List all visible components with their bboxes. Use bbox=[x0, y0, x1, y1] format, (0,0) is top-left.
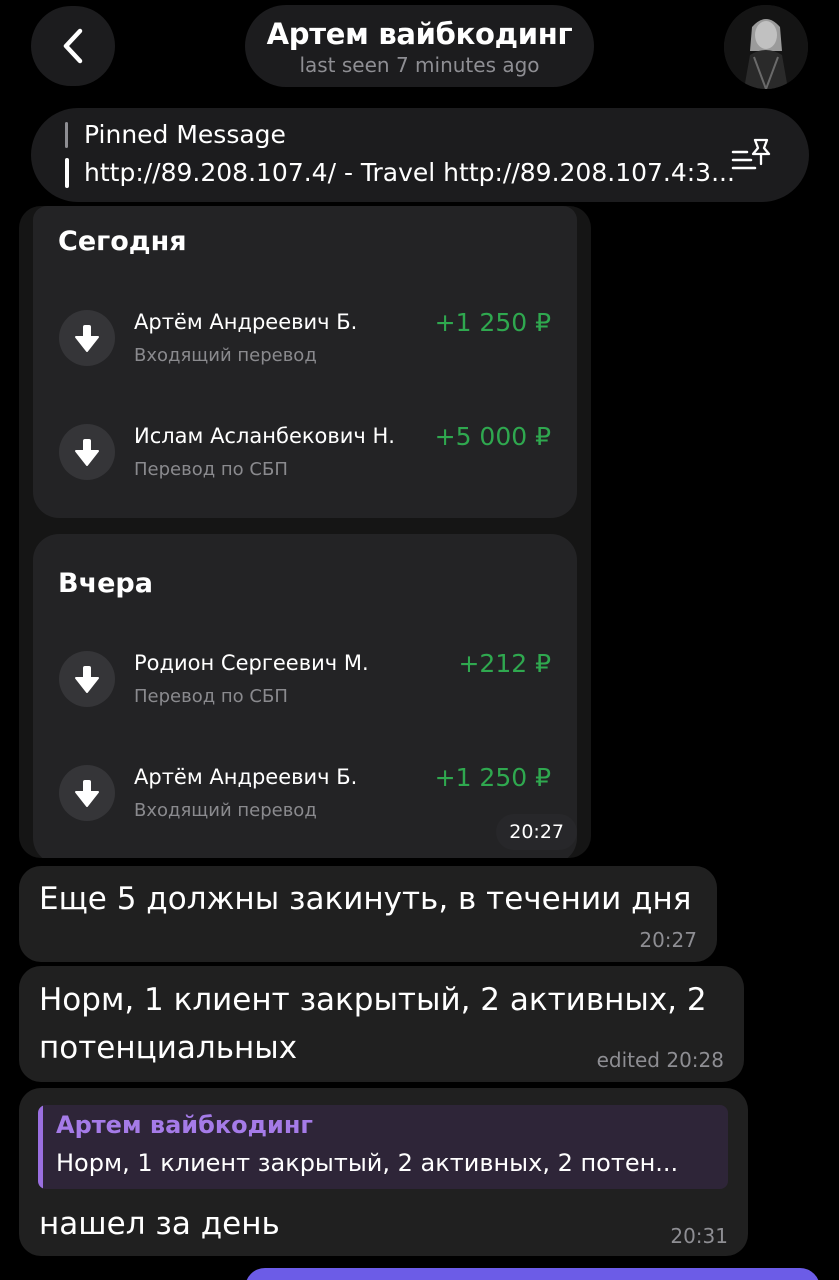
contact-name: Артем вайбкодинг bbox=[266, 17, 573, 51]
incoming-transfer-icon-circle bbox=[59, 424, 115, 480]
pinned-message-bar[interactable]: Pinned Message http://89.208.107.4/ - Tr… bbox=[31, 108, 809, 202]
reply-quote[interactable]: Артем вайбкодинг Норм, 1 клиент закрытый… bbox=[38, 1105, 728, 1189]
arrow-down-icon bbox=[75, 666, 99, 693]
pin-list-icon[interactable] bbox=[731, 136, 775, 176]
message-text: нашел за день bbox=[39, 1206, 280, 1242]
arrow-down-icon bbox=[75, 439, 99, 466]
transfer-amount: +1 250 ₽ bbox=[434, 308, 551, 337]
message-bubble[interactable]: Норм, 1 клиент закрытый, 2 активных, 2 п… bbox=[19, 966, 744, 1082]
message-text-line1: Норм, 1 клиент закрытый, 2 активных, 2 bbox=[39, 982, 707, 1018]
transaction-row: Артём Андреевич Б. Входящий перевод +1 2… bbox=[33, 308, 577, 400]
transfer-type: Перевод по СБП bbox=[134, 459, 288, 480]
message-bubble-with-reply[interactable]: Артем вайбкодинг Норм, 1 клиент закрытый… bbox=[19, 1088, 748, 1256]
chat-title[interactable]: Артем вайбкодинг last seen 7 minutes ago bbox=[245, 5, 594, 87]
incoming-transfer-icon-circle bbox=[59, 765, 115, 821]
sender-name: Артём Андреевич Б. bbox=[134, 765, 358, 789]
pinned-indicator-active bbox=[65, 158, 69, 188]
transfer-amount: +5 000 ₽ bbox=[434, 422, 551, 451]
avatar-image bbox=[724, 5, 808, 89]
yesterday-transactions-card: Вчера Родион Сергеевич М. Перевод по СБП… bbox=[33, 534, 577, 858]
sender-name: Ислам Асланбекович Н. bbox=[134, 424, 395, 448]
pinned-indicator bbox=[65, 122, 68, 148]
message-time: 20:27 bbox=[639, 928, 697, 952]
message-text-line2: потенциальных bbox=[39, 1030, 298, 1066]
message-time: 20:31 bbox=[670, 1224, 728, 1248]
transfer-type: Входящий перевод bbox=[134, 800, 317, 821]
message-time: 20:27 bbox=[496, 814, 577, 850]
transaction-row: Ислам Асланбекович Н. Перевод по СБП +5 … bbox=[33, 422, 577, 514]
back-button[interactable] bbox=[31, 6, 115, 86]
outgoing-message-edge[interactable] bbox=[245, 1268, 820, 1280]
avatar[interactable] bbox=[724, 5, 808, 89]
chevron-left-icon bbox=[63, 28, 83, 64]
incoming-transfer-icon-circle bbox=[59, 651, 115, 707]
transfer-amount: +212 ₽ bbox=[458, 649, 551, 678]
sender-name: Артём Андреевич Б. bbox=[134, 310, 358, 334]
message-time: edited 20:28 bbox=[596, 1048, 724, 1072]
arrow-down-icon bbox=[75, 780, 99, 807]
reply-author: Артем вайбкодинг bbox=[56, 1111, 313, 1139]
today-heading: Сегодня bbox=[58, 226, 187, 257]
reply-text: Норм, 1 клиент закрытый, 2 активных, 2 п… bbox=[56, 1149, 679, 1177]
today-transactions-card: Сегодня Артём Андреевич Б. Входящий пере… bbox=[33, 206, 577, 518]
pinned-text: http://89.208.107.4/ - Travel http://89.… bbox=[84, 158, 735, 187]
pinned-title: Pinned Message bbox=[84, 120, 286, 149]
transfer-type: Входящий перевод bbox=[134, 345, 317, 366]
sender-name: Родион Сергеевич М. bbox=[134, 651, 369, 675]
message-text: Еще 5 должны закинуть, в течении дня bbox=[39, 881, 692, 917]
arrow-down-icon bbox=[75, 325, 99, 352]
message-bubble[interactable]: Еще 5 должны закинуть, в течении дня 20:… bbox=[19, 866, 717, 962]
reply-accent-bar bbox=[38, 1105, 43, 1189]
last-seen-status: last seen 7 minutes ago bbox=[299, 53, 540, 77]
transaction-row: Родион Сергеевич М. Перевод по СБП +212 … bbox=[33, 649, 577, 741]
transaction-row: Артём Андреевич Б. Входящий перевод +1 2… bbox=[33, 763, 577, 855]
yesterday-heading: Вчера bbox=[58, 568, 153, 599]
incoming-transfer-icon-circle bbox=[59, 310, 115, 366]
transfer-type: Перевод по СБП bbox=[134, 686, 288, 707]
bank-screenshot-message[interactable]: Сегодня Артём Андреевич Б. Входящий пере… bbox=[19, 206, 591, 858]
transfer-amount: +1 250 ₽ bbox=[434, 763, 551, 792]
